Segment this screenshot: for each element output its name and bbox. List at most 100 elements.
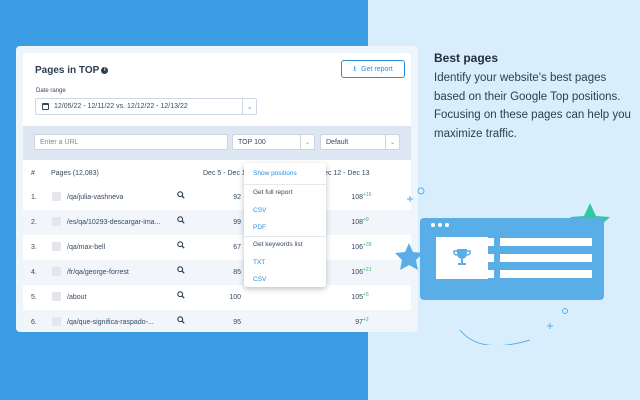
calendar-icon (42, 103, 49, 110)
position-period1: 99 (233, 219, 241, 226)
position-delta: +21 (363, 267, 372, 273)
top-select-value: TOP 100 (238, 138, 266, 146)
download-icon: ⭳ (353, 64, 357, 73)
page-url[interactable]: /fr/qa/george-forrest (67, 269, 129, 276)
dot (438, 223, 442, 227)
circle-icon (562, 308, 568, 314)
header-period2[interactable]: Dec 12 - Dec 13 (319, 170, 370, 177)
window-dots (431, 223, 449, 227)
search-icon[interactable] (177, 216, 185, 224)
page-url[interactable]: /es/qa/10293-descargar-ima... (67, 219, 160, 226)
position-period2: 108 (351, 219, 363, 226)
position-delta: +9 (363, 217, 369, 223)
search-icon[interactable] (177, 316, 185, 324)
row-number: 5. (31, 294, 37, 301)
get-report-label: Get report (361, 65, 393, 73)
position-delta: +16 (363, 192, 372, 198)
menu-item-full-report[interactable]: Get full report (253, 189, 292, 196)
chevron-down-icon: ⌄ (385, 135, 399, 149)
row-checkbox[interactable] (52, 267, 61, 276)
page-url[interactable]: /qa/julia-vashneva (67, 194, 123, 201)
feature-title: Best pages (434, 51, 499, 65)
position-period2: 106 (351, 269, 363, 276)
panel-title-wrap: Pages in TOP i (35, 65, 109, 76)
row-number: 2. (31, 219, 37, 226)
pages-in-top-card: Pages in TOP i ⭳ Get report Date range 12… (16, 46, 418, 332)
position-delta: +2 (363, 317, 369, 323)
menu-item-show-positions[interactable]: Show positions (253, 170, 297, 177)
position-period2: 106 (351, 244, 363, 251)
browser-illustration (420, 218, 604, 300)
table-row[interactable]: 3. /qa/max-bell 67 106 +39 (23, 235, 411, 260)
menu-item-keywords-list[interactable]: Get keywords list (253, 241, 303, 248)
sparkle-icon (547, 323, 553, 329)
list-square (484, 270, 494, 278)
list-square (484, 254, 494, 262)
dot (431, 223, 435, 227)
search-icon[interactable] (177, 241, 185, 249)
info-icon[interactable]: i (101, 66, 109, 74)
position-period1: 100 (229, 294, 241, 301)
row-number: 6. (31, 319, 37, 326)
page-url[interactable]: /qa/max-bell (67, 244, 105, 251)
date-range-picker[interactable]: 12/05/22 - 12/11/22 vs. 12/12/22 - 12/13… (35, 98, 257, 115)
row-number: 3. (31, 244, 37, 251)
header-num: # (31, 170, 35, 177)
position-period1: 95 (233, 319, 241, 326)
table-row[interactable]: 5. /about 100 105 +5 (23, 285, 411, 310)
chevron-down-icon: ⌄ (300, 135, 314, 149)
top-select[interactable]: TOP 100 ⌄ (232, 134, 315, 150)
pages-table: # Pages (12,083) Dec 5 - Dec 11 Dec 12 -… (23, 160, 411, 332)
filter-bar: Enter a URL TOP 100 ⌄ Default ⌄ (23, 126, 411, 160)
panel-title: Pages in TOP (35, 65, 100, 76)
sort-select-value: Default (326, 138, 349, 146)
header-pages[interactable]: Pages (12,083) (51, 170, 99, 177)
row-checkbox[interactable] (52, 242, 61, 251)
image-placeholder (436, 237, 488, 279)
table-row[interactable]: 6. /qa/que-significa-raspado-... 95 97 +2 (23, 310, 411, 332)
position-period1: 67 (233, 244, 241, 251)
trophy-icon (453, 249, 471, 265)
list-square (484, 238, 494, 246)
search-icon[interactable] (177, 266, 185, 274)
feature-description: Identify your website's best pages based… (434, 72, 631, 140)
position-period1: 85 (233, 269, 241, 276)
url-input[interactable]: Enter a URL (34, 134, 228, 150)
table-header: # Pages (12,083) Dec 5 - Dec 11 Dec 12 -… (23, 160, 411, 185)
sparkle-icon (407, 196, 413, 202)
row-checkbox[interactable] (52, 217, 61, 226)
row-checkbox[interactable] (52, 317, 61, 326)
page-url[interactable]: /about (67, 294, 86, 301)
position-delta: +5 (363, 292, 369, 298)
position-period2: 105 (351, 294, 363, 301)
menu-divider (244, 184, 326, 185)
table-row[interactable]: 1. /qa/julia-vashneva 92 108 +16 (23, 185, 411, 210)
table-row[interactable]: 4. /fr/qa/george-forrest 85 106 +21 (23, 260, 411, 285)
row-number: 1. (31, 194, 37, 201)
list-bar (500, 238, 592, 246)
chevron-down-icon[interactable]: ⌄ (242, 99, 256, 114)
menu-item-csv[interactable]: CSV (253, 207, 266, 214)
pages-panel: Pages in TOP i ⭳ Get report Date range 12… (23, 53, 411, 332)
get-report-button[interactable]: ⭳ Get report (341, 60, 405, 78)
position-period1: 92 (233, 194, 241, 201)
page-url[interactable]: /qa/que-significa-raspado-... (67, 319, 154, 326)
search-icon[interactable] (177, 191, 185, 199)
menu-item-pdf[interactable]: PDF (253, 224, 266, 231)
table-row[interactable]: 2. /es/qa/10293-descargar-ima... 99 108 +9 (23, 210, 411, 235)
search-icon[interactable] (177, 291, 185, 299)
url-placeholder: Enter a URL (40, 138, 79, 146)
row-checkbox[interactable] (52, 192, 61, 201)
row-checkbox[interactable] (52, 292, 61, 301)
dot (445, 223, 449, 227)
position-period2: 97 (355, 319, 363, 326)
export-menu: Show positions Get full report CSV PDF G… (244, 163, 326, 287)
menu-item-csv-2[interactable]: CSV (253, 276, 266, 283)
row-number: 4. (31, 269, 37, 276)
sort-select[interactable]: Default ⌄ (320, 134, 400, 150)
position-delta: +39 (363, 242, 372, 248)
list-bar (500, 270, 592, 278)
menu-item-txt[interactable]: TXT (253, 259, 265, 266)
menu-divider (244, 236, 326, 237)
header-period1[interactable]: Dec 5 - Dec 11 (203, 170, 249, 177)
